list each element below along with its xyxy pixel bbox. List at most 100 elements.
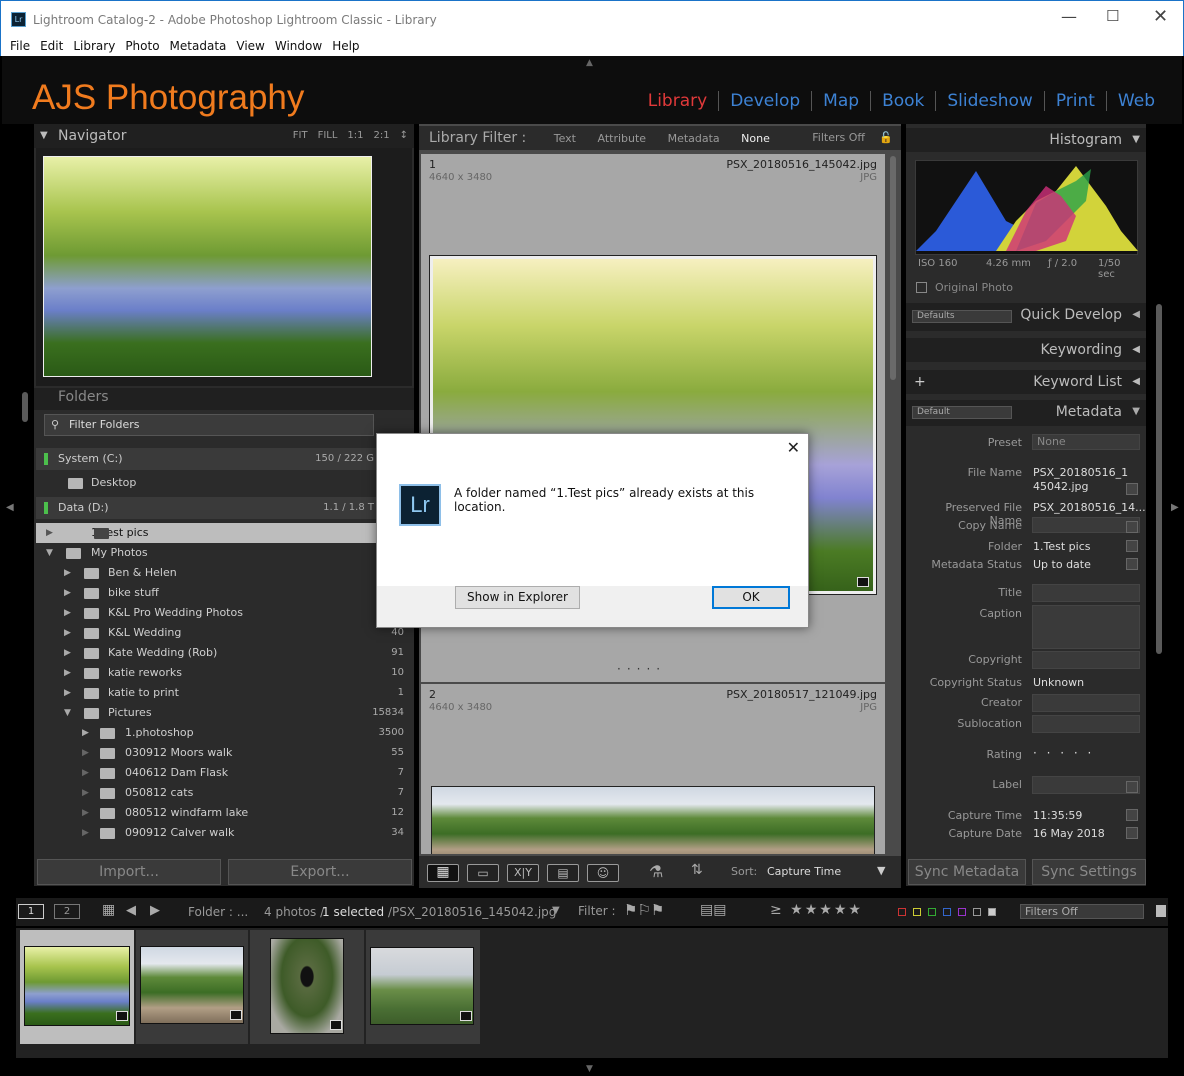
green-label-filter[interactable] [928,908,936,916]
subfolder-item[interactable]: ▶ 030912 Moors walk 55 [36,743,414,763]
module-develop[interactable]: Develop [718,91,811,111]
filters-off-dropdown[interactable]: Filters Off [812,126,865,150]
blue-label-filter[interactable] [943,908,951,916]
filters-off-select[interactable]: Filters Off [1020,904,1144,919]
grid-cell-2[interactable]: 2 4640 x 3480 PSX_20180517_121049.jpg JP… [421,684,885,854]
expand-icon[interactable]: ▶ [46,523,53,543]
quick-develop-preset[interactable]: Defaults [912,310,1012,323]
back-arrow-icon[interactable]: ◀ [126,903,136,918]
expand-icon[interactable]: ▶ [82,803,89,823]
menu-help[interactable]: Help [332,36,359,56]
survey-view-icon[interactable]: ▤ [547,864,579,882]
expand-icon[interactable]: ▶ [82,743,89,763]
metadata-preset[interactable]: Default [912,406,1012,419]
path-dropdown-icon[interactable]: ▼ [552,905,560,916]
navigator-header[interactable]: ▼ Navigator FIT FILL 1:1 2:1 ↕ [34,124,414,148]
module-library[interactable]: Library [637,91,718,111]
selected-path[interactable]: /PSX_20180516_145042.jpg [388,905,556,919]
expand-icon[interactable]: ▶ [82,723,89,743]
meta-label-field[interactable] [1032,776,1140,794]
expand-icon[interactable]: ▶ [64,683,71,703]
module-book[interactable]: Book [870,91,935,111]
metadata-header[interactable]: Default Metadata ▼ [906,400,1146,426]
filename-edit-icon[interactable] [1126,483,1138,495]
folder-item[interactable]: ▶ K&L Pro Wedding Photos [36,603,414,623]
folder-item[interactable]: ▶ Kate Wedding (Rob) 91 [36,643,414,663]
folder-item[interactable]: ▶ katie to print 1 [36,683,414,703]
meta-sublocation-field[interactable] [1032,715,1140,733]
filmstrip-thumb[interactable] [136,930,248,1044]
collapse-left-icon[interactable]: ◀ [6,502,14,513]
nav-1-1[interactable]: 1:1 [347,130,363,141]
edit-filter-icons[interactable]: ▤▤ [700,902,726,918]
cell-photo[interactable] [431,786,875,854]
nav-2-1[interactable]: 2:1 [374,130,390,141]
keywording-header[interactable]: Keywording ◀ [906,338,1146,362]
folder-item[interactable]: ▼ Pictures 15834 [36,703,414,723]
folder-my-photos[interactable]: ▼ My Photos [36,543,414,563]
collapse-top-icon[interactable]: ▲ [586,58,593,68]
subfolder-item[interactable]: ▶ 080512 windfarm lake 12 [36,803,414,823]
collapse-bottom-icon[interactable]: ▼ [586,1064,593,1074]
menu-view[interactable]: View [236,36,264,56]
folder-go-icon[interactable] [1126,540,1138,552]
dialog-close-icon[interactable]: ✕ [787,438,800,457]
painter-spray-icon[interactable]: ⚗ [649,862,663,881]
custom-label-filter[interactable] [973,908,981,916]
menu-metadata[interactable]: Metadata [170,36,227,56]
meta-copyname-field[interactable] [1032,517,1140,533]
export-button[interactable]: Export... [228,859,412,885]
forward-arrow-icon[interactable]: ▶ [150,903,160,918]
collapse-right-icon[interactable]: ▶ [1171,502,1179,513]
menu-edit[interactable]: Edit [40,36,63,56]
meta-caption-field[interactable] [1032,605,1140,649]
filter-none[interactable]: None [741,127,770,151]
rating-filter-stars[interactable]: ≥ ★★★★★ [770,902,863,918]
expand-icon[interactable]: ▶ [64,663,71,683]
grid-view-icon[interactable]: ▦ [427,864,459,882]
histogram-toggle-icon[interactable]: ▼ [1132,128,1140,152]
import-button[interactable]: Import... [37,859,221,885]
subfolder-item[interactable]: ▶ 050812 cats 7 [36,783,414,803]
expand-icon[interactable]: ▶ [64,643,71,663]
filter-metadata[interactable]: Metadata [668,127,720,151]
minimize-icon[interactable]: — [1061,7,1077,26]
copyname-go-icon[interactable] [1126,521,1138,533]
expand-icon[interactable]: ▶ [82,823,89,843]
filter-lock-icon[interactable] [1156,905,1166,917]
histogram-header[interactable]: Histogram ▼ [906,128,1146,152]
navigator-toggle-icon[interactable]: ▼ [40,124,48,148]
quick-develop-toggle-icon[interactable]: ◀ [1132,309,1140,320]
label-go-icon[interactable] [1126,781,1138,793]
collapse-icon[interactable]: ▼ [64,703,71,723]
no-label-filter[interactable] [988,908,996,916]
menu-photo[interactable]: Photo [125,36,159,56]
comment-badge-icon[interactable] [857,577,869,587]
expand-icon[interactable]: ▶ [64,603,71,623]
keyword-list-toggle-icon[interactable]: ◀ [1132,370,1140,394]
meta-preset-dropdown[interactable]: None [1032,434,1140,450]
navigator-preview[interactable] [43,156,372,377]
filmstrip-thumb-selected[interactable] [20,930,134,1044]
grid-icon[interactable]: ▦ [102,902,115,918]
module-map[interactable]: Map [811,91,870,111]
folder-test-pics[interactable]: ▶ 1.Test pics [36,523,414,543]
expand-icon[interactable]: ▶ [82,763,89,783]
sort-direction-icon[interactable]: ⇅ [691,862,703,878]
monitor-1-button[interactable]: 1 [18,904,44,919]
meta-folder-value[interactable]: 1.Test pics [1033,540,1090,553]
subfolder-item[interactable]: ▶ 090912 Calver walk 34 [36,823,414,843]
capture-date-go-icon[interactable] [1126,827,1138,839]
lock-icon[interactable]: 🔓 [879,126,893,150]
menu-window[interactable]: Window [275,36,322,56]
module-web[interactable]: Web [1105,91,1166,111]
meta-copyright-field[interactable] [1032,651,1140,669]
grid-scrollbar[interactable] [890,156,896,380]
show-in-explorer-button[interactable]: Show in Explorer [455,586,580,609]
nav-fill[interactable]: FILL [318,130,338,141]
meta-rating-value[interactable]: · · · · · [1033,746,1094,760]
volume-data[interactable]: Data (D:) 1.1 / 1.8 T [36,497,414,519]
flag-filter-icons[interactable]: ⚑⚐⚑ [624,901,664,919]
folder-item[interactable]: ▶ K&L Wedding 40 [36,623,414,643]
folder-desktop[interactable]: Desktop [36,473,414,493]
